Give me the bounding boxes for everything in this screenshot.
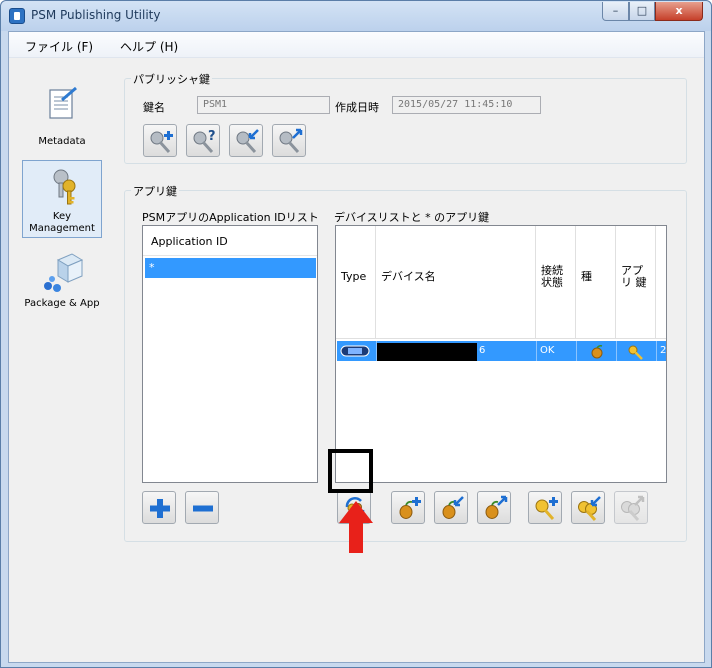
add-seed-button[interactable] [391,491,425,524]
column-connection-status[interactable]: 接続 状態 [536,226,576,339]
import-seed-button[interactable] [434,491,468,524]
column-device-name[interactable]: デバイス名 [376,226,536,339]
add-publisher-key-button[interactable] [143,124,177,157]
publisher-key-info-button[interactable]: ? [186,124,220,157]
sidebar-item-label: Key Management [29,211,95,234]
redacted-device-name [377,343,477,361]
export-seed-button[interactable] [477,491,511,524]
sidebar-item-package-app[interactable]: Package & App [22,248,102,326]
key-name-label: 鍵名 [143,101,165,114]
column-app-key[interactable]: アプリ 鍵 [616,226,656,339]
package-icon [44,253,84,292]
minus-icon [193,505,213,512]
svg-text:?: ? [208,129,216,144]
app-window: PSM Publishing Utility – □ x ファイル (F) ヘル… [0,0,712,668]
created-label: 作成日時 [335,101,379,114]
app-key-icon [628,345,643,360]
client-area: ファイル (F) ヘルプ (H) Metadata Key Management… [8,31,705,663]
title-bar[interactable]: PSM Publishing Utility – □ x [1,1,711,31]
app-key-cell [617,341,657,361]
column-seed[interactable]: 種 [576,226,616,339]
app-key-add-icon [535,497,558,520]
plus-icon [150,499,170,518]
device-type-cell [337,341,377,361]
connection-status-cell: OK [537,341,577,361]
app-id-column-header[interactable]: Application ID [143,226,317,256]
sidebar-item-label: Package & App [24,298,100,309]
menu-bar: ファイル (F) ヘルプ (H) [9,32,704,58]
sidebar-item-label: Metadata [38,136,86,147]
menu-file[interactable]: ファイル (F) [25,38,93,55]
add-app-id-button[interactable] [142,491,176,524]
maximize-button[interactable]: □ [629,2,655,21]
sidebar-item-key-management[interactable]: Key Management [22,160,102,238]
key-import-icon [236,129,259,154]
key-name-field: PSM1 [197,96,330,114]
ps-vita-device-icon [340,345,370,357]
list-item[interactable]: * [145,258,316,278]
app-key-group: アプリ鍵 PSMアプリのApplication IDリスト Applicatio… [124,183,687,542]
add-app-key-button[interactable] [528,491,562,524]
window-title: PSM Publishing Utility [31,8,161,22]
close-button[interactable]: x [655,2,703,21]
seed-icon [591,345,603,359]
device-name-cell: 6 [477,341,537,361]
key-export-icon [279,128,303,154]
device-list-title: デバイスリストと * のアプリ鍵 [334,211,490,224]
app-id-list[interactable]: Application ID * [142,225,318,483]
device-list[interactable]: Type デバイス名 接続 状態 種 アプリ 鍵 6 OK 2 [335,225,667,483]
import-publisher-key-button[interactable] [229,124,263,157]
remove-app-id-button[interactable] [185,491,219,524]
app-id-list-title: PSMアプリのApplication IDリスト [142,211,319,224]
publisher-key-group: パブリッシャ鍵 鍵名 PSM1 作成日時 2015/05/27 11:45:10… [124,71,687,164]
column-type[interactable]: Type [336,226,376,339]
created-field: 2015/05/27 11:45:10 [392,96,541,114]
red-arrow-annotation [339,501,373,553]
import-app-key-button[interactable] [571,491,605,524]
device-list-header: Type デバイス名 接続 状態 種 アプリ 鍵 [336,226,666,339]
seed-import-icon [442,496,464,519]
export-app-key-button[interactable] [614,491,648,524]
sidebar-item-metadata[interactable]: Metadata [22,80,102,158]
group-title: パブリッシャ鍵 [131,71,212,87]
keys-icon [53,169,76,205]
extra-cell: 2 [660,345,667,356]
metadata-document-icon [49,86,77,119]
export-publisher-key-button[interactable] [272,124,306,157]
seed-cell [577,341,617,361]
seed-add-icon [399,497,421,519]
table-row[interactable]: 6 OK 2 [337,341,666,361]
key-add-icon [150,131,173,154]
key-question-icon: ? [193,129,216,154]
menu-help[interactable]: ヘルプ (H) [120,38,178,55]
highlight-box [328,449,373,493]
app-icon[interactable] [9,8,25,24]
seed-export-icon [485,495,508,519]
minimize-button[interactable]: – [602,2,629,21]
app-key-export-icon [621,495,645,521]
group-title: アプリ鍵 [131,183,179,199]
app-key-import-icon [578,496,601,521]
